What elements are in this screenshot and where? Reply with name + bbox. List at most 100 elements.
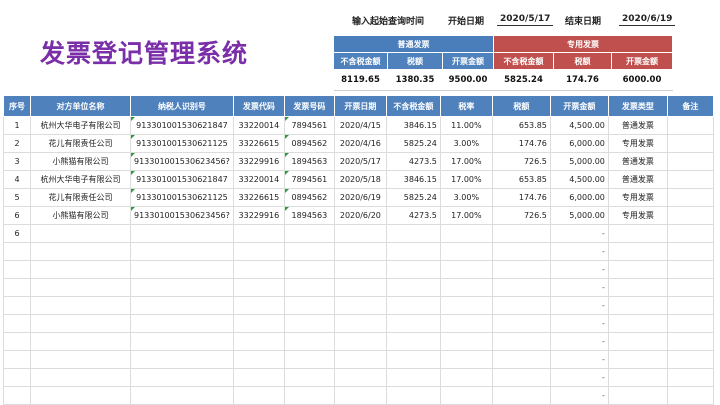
table-cell[interactable] bbox=[385, 296, 441, 315]
table-cell[interactable] bbox=[385, 224, 441, 243]
table-cell[interactable]: 33226615 bbox=[232, 134, 285, 153]
table-row[interactable]: 5 花儿有限责任公司 913301001530621125 33226615 08945… bbox=[3, 188, 714, 207]
table-cell[interactable] bbox=[385, 278, 441, 297]
table-cell[interactable] bbox=[666, 368, 714, 387]
table-cell[interactable] bbox=[283, 224, 335, 243]
table-cell[interactable]: 2020/4/15 bbox=[333, 116, 387, 135]
table-cell[interactable]: - bbox=[549, 260, 609, 279]
table-cell[interactable]: 3 bbox=[3, 152, 31, 171]
table-cell[interactable]: 7894561 bbox=[283, 170, 335, 189]
table-cell[interactable]: 2020/5/17 bbox=[333, 152, 387, 171]
table-cell[interactable] bbox=[491, 260, 551, 279]
table-cell[interactable] bbox=[666, 134, 714, 153]
table-cell[interactable]: 3846.15 bbox=[385, 170, 441, 189]
table-cell[interactable] bbox=[491, 242, 551, 261]
table-cell[interactable] bbox=[333, 350, 387, 369]
table-cell[interactable]: 11.00% bbox=[439, 116, 493, 135]
table-cell[interactable] bbox=[607, 278, 668, 297]
table-cell[interactable]: 17.00% bbox=[439, 170, 493, 189]
table-cell[interactable]: 4,500.00 bbox=[549, 116, 609, 135]
table-cell[interactable] bbox=[232, 296, 285, 315]
table-cell[interactable] bbox=[30, 332, 131, 351]
table-cell[interactable]: - bbox=[549, 278, 609, 297]
table-row[interactable]: - bbox=[3, 278, 714, 297]
table-cell[interactable]: 17.00% bbox=[439, 152, 493, 171]
column-header[interactable]: 税额 bbox=[491, 95, 551, 117]
column-header[interactable]: 对方单位名称 bbox=[30, 95, 131, 117]
table-cell[interactable]: 普通发票 bbox=[607, 170, 668, 189]
table-cell[interactable]: - bbox=[549, 332, 609, 351]
table-cell[interactable]: - bbox=[549, 314, 609, 333]
table-cell[interactable] bbox=[130, 224, 234, 243]
table-cell[interactable] bbox=[130, 350, 234, 369]
table-row[interactable]: - bbox=[3, 296, 714, 315]
table-cell[interactable]: 普通发票 bbox=[607, 116, 668, 135]
table-cell[interactable] bbox=[232, 260, 285, 279]
table-cell[interactable] bbox=[333, 296, 387, 315]
table-cell[interactable] bbox=[283, 278, 335, 297]
table-cell[interactable]: 3.00% bbox=[439, 134, 493, 153]
table-row[interactable]: - bbox=[3, 332, 714, 351]
table-cell[interactable]: 726.5 bbox=[491, 206, 551, 225]
table-cell[interactable]: 普通发票 bbox=[607, 152, 668, 171]
table-cell[interactable] bbox=[130, 314, 234, 333]
table-cell[interactable] bbox=[3, 242, 31, 261]
table-cell[interactable] bbox=[491, 368, 551, 387]
table-cell[interactable] bbox=[666, 242, 714, 261]
table-cell[interactable]: 2 bbox=[3, 134, 31, 153]
column-header[interactable]: 开票日期 bbox=[333, 95, 387, 117]
table-cell[interactable]: 4 bbox=[3, 170, 31, 189]
column-header[interactable]: 税率 bbox=[439, 95, 493, 117]
table-cell[interactable] bbox=[30, 296, 131, 315]
table-cell[interactable]: - bbox=[549, 224, 609, 243]
table-cell[interactable]: 6,000.00 bbox=[549, 134, 609, 153]
column-header[interactable]: 序号 bbox=[3, 95, 31, 117]
table-cell[interactable]: 33226615 bbox=[232, 188, 285, 207]
table-cell[interactable] bbox=[666, 314, 714, 333]
table-cell[interactable] bbox=[283, 314, 335, 333]
table-cell[interactable] bbox=[130, 278, 234, 297]
table-cell[interactable] bbox=[385, 242, 441, 261]
table-cell[interactable] bbox=[232, 278, 285, 297]
table-cell[interactable]: 5 bbox=[3, 188, 31, 207]
table-cell[interactable] bbox=[607, 224, 668, 243]
table-cell[interactable] bbox=[232, 332, 285, 351]
table-cell[interactable]: 3846.15 bbox=[385, 116, 441, 135]
table-cell[interactable] bbox=[666, 188, 714, 207]
table-cell[interactable] bbox=[283, 332, 335, 351]
table-cell[interactable]: 4,500.00 bbox=[549, 170, 609, 189]
table-cell[interactable]: 6 bbox=[3, 224, 31, 243]
table-cell[interactable]: 0894562 bbox=[283, 134, 335, 153]
table-cell[interactable] bbox=[283, 350, 335, 369]
table-cell[interactable] bbox=[666, 152, 714, 171]
table-cell[interactable] bbox=[283, 296, 335, 315]
table-cell[interactable] bbox=[232, 350, 285, 369]
table-cell[interactable]: 5825.24 bbox=[385, 188, 441, 207]
column-header[interactable]: 备注 bbox=[666, 95, 714, 117]
table-cell[interactable]: 653.85 bbox=[491, 116, 551, 135]
table-cell[interactable]: - bbox=[549, 350, 609, 369]
table-cell[interactable] bbox=[666, 296, 714, 315]
table-cell[interactable]: 1894563 bbox=[283, 152, 335, 171]
table-cell[interactable]: 2020/6/20 bbox=[333, 206, 387, 225]
table-row[interactable]: - bbox=[3, 350, 714, 369]
column-header[interactable]: 不含税金额 bbox=[385, 95, 441, 117]
table-cell[interactable] bbox=[666, 278, 714, 297]
table-cell[interactable] bbox=[3, 296, 31, 315]
table-cell[interactable] bbox=[491, 224, 551, 243]
table-cell[interactable] bbox=[130, 368, 234, 387]
table-cell[interactable]: 913301001530621125 bbox=[130, 188, 234, 207]
table-cell[interactable]: 913301001530621847 bbox=[130, 170, 234, 189]
table-cell[interactable] bbox=[666, 206, 714, 225]
table-cell[interactable]: 花儿有限责任公司 bbox=[30, 188, 131, 207]
table-row[interactable]: 2 花儿有限责任公司 913301001530621125 33226615 08945… bbox=[3, 134, 714, 153]
table-cell[interactable]: 3.00% bbox=[439, 188, 493, 207]
table-cell[interactable] bbox=[30, 350, 131, 369]
table-cell[interactable] bbox=[666, 350, 714, 369]
table-cell[interactable] bbox=[385, 332, 441, 351]
table-cell[interactable] bbox=[30, 260, 131, 279]
start-date-input[interactable]: 2020/5/17 bbox=[497, 14, 554, 26]
table-cell[interactable]: 653.85 bbox=[491, 170, 551, 189]
table-cell[interactable] bbox=[491, 296, 551, 315]
table-cell[interactable] bbox=[385, 260, 441, 279]
